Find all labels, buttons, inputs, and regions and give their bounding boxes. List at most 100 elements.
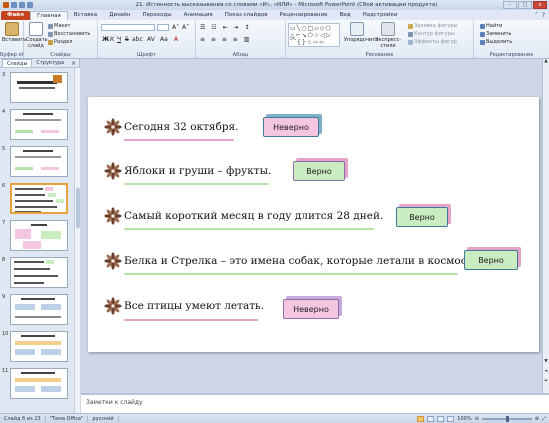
save-icon[interactable] bbox=[11, 2, 17, 8]
grow-font-icon[interactable]: A˄ bbox=[172, 24, 179, 31]
tab-home[interactable]: Главная bbox=[30, 11, 68, 20]
paste-button[interactable]: Вставить bbox=[2, 22, 26, 43]
group-paragraph: ☰ ☷ ⇤ ⇥ ↕ ≡ ≡ ≡ ≡ ▥ Абзац bbox=[196, 21, 286, 58]
font-color-button[interactable]: A bbox=[174, 36, 178, 43]
slide-canvas[interactable]: Сегодня 32 октября. Неверно Яблоки и гру… bbox=[88, 97, 539, 352]
italic-button[interactable]: К bbox=[110, 36, 114, 43]
statement-3[interactable]: Самый короткий месяц в году длится 28 дн… bbox=[104, 207, 383, 225]
notes-pane[interactable]: Заметки к слайду bbox=[81, 393, 549, 413]
thumbnail-slide-6[interactable]: 6 bbox=[0, 183, 72, 216]
thumbnail-slide-4[interactable]: 4 bbox=[0, 109, 72, 142]
tab-insert[interactable]: Вставка bbox=[68, 11, 103, 20]
previous-slide-icon[interactable]: ⏶ bbox=[543, 369, 549, 375]
answer-badge-2[interactable]: Верно bbox=[293, 161, 345, 181]
flower-icon bbox=[104, 252, 122, 270]
slide-counter: Слайд 6 из 23 bbox=[0, 415, 46, 422]
tab-file[interactable]: Файл bbox=[1, 11, 31, 20]
language[interactable]: русский bbox=[88, 415, 119, 422]
arrange-button[interactable]: Упорядочить bbox=[344, 22, 378, 43]
slideshow-view-icon[interactable] bbox=[447, 415, 455, 422]
close-button[interactable]: x bbox=[533, 1, 547, 9]
thumbnail-slide-9[interactable]: 9 bbox=[0, 294, 72, 327]
slide-sorter-view-icon[interactable] bbox=[427, 415, 435, 422]
statement-underline bbox=[124, 139, 234, 141]
tab-transitions[interactable]: Переходы bbox=[136, 11, 177, 20]
zoom-out-icon[interactable]: ⊖ bbox=[475, 416, 479, 422]
find-button[interactable]: Найти bbox=[480, 23, 502, 29]
tab-review[interactable]: Рецензирование bbox=[274, 11, 334, 20]
replace-button[interactable]: Заменить bbox=[480, 31, 512, 37]
select-button[interactable]: Выделить bbox=[480, 39, 512, 45]
flower-icon bbox=[104, 162, 122, 180]
thumbnail-slide-8[interactable]: 8 bbox=[0, 257, 72, 290]
flower-icon bbox=[104, 207, 122, 225]
shapes-gallery[interactable]: ▭╲○□▱◇⬡ △⌐↘⬠☆◁▷ ⌒{}☆⇨⇦ bbox=[288, 23, 340, 47]
tab-design[interactable]: Дизайн bbox=[103, 11, 136, 20]
list-buttons[interactable]: ☰ ☷ ⇤ ⇥ ↕ bbox=[200, 24, 251, 31]
shape-outline-button[interactable]: Контур фигуры bbox=[408, 31, 455, 37]
bold-button[interactable]: Ж bbox=[102, 36, 109, 43]
reading-view-icon[interactable] bbox=[437, 415, 445, 422]
statement-4[interactable]: Белка и Стрелка – это имена собак, котор… bbox=[104, 252, 470, 270]
normal-view-icon[interactable] bbox=[417, 415, 425, 422]
tab-view[interactable]: Вид bbox=[333, 11, 356, 20]
pane-close-icon[interactable]: × bbox=[71, 60, 76, 67]
shrink-font-icon[interactable]: A˅ bbox=[182, 24, 189, 31]
statement-underline bbox=[124, 183, 269, 185]
statement-5[interactable]: Все птицы умеют летать. bbox=[104, 297, 264, 315]
zoom-level[interactable]: 100% bbox=[457, 416, 471, 422]
fill-icon bbox=[408, 23, 413, 29]
next-slide-icon[interactable]: ⏷ bbox=[543, 379, 549, 385]
quick-styles-button[interactable]: Экспресс-стили bbox=[372, 22, 404, 49]
ribbon-minimize-icon[interactable]: ˄ bbox=[535, 12, 538, 19]
scroll-up-icon[interactable]: ▲ bbox=[543, 59, 549, 65]
zoom-slider-thumb[interactable] bbox=[505, 415, 509, 422]
theme-name[interactable]: "Тема Office" bbox=[46, 415, 89, 422]
new-slide-button[interactable]: Создать слайд bbox=[26, 22, 48, 49]
statement-1[interactable]: Сегодня 32 октября. bbox=[104, 118, 239, 136]
undo-icon[interactable] bbox=[19, 2, 25, 8]
tab-outline[interactable]: Структура bbox=[32, 59, 68, 67]
align-buttons[interactable]: ≡ ≡ ≡ ≡ ▥ bbox=[200, 36, 251, 43]
shape-fill-button[interactable]: Заливка фигуры bbox=[408, 23, 458, 29]
new-slide-icon bbox=[29, 22, 43, 36]
font-name-select[interactable] bbox=[101, 24, 155, 31]
font-size-select[interactable] bbox=[157, 24, 169, 31]
shadow-button[interactable]: abc bbox=[132, 36, 143, 43]
tab-animation[interactable]: Анимация bbox=[178, 11, 219, 20]
fit-slide-icon[interactable]: ⤢ bbox=[542, 416, 546, 422]
maximize-button[interactable]: □ bbox=[518, 1, 532, 9]
thumbnail-slide-11[interactable]: 11 bbox=[0, 368, 72, 401]
thumbnail-slide-3[interactable]: 3 bbox=[0, 72, 72, 105]
minimize-button[interactable]: – bbox=[503, 1, 517, 9]
answer-badge-4[interactable]: Верно bbox=[464, 250, 518, 270]
char-spacing-button[interactable]: AV bbox=[147, 36, 155, 43]
statement-2[interactable]: Яблоки и груши – фрукты. bbox=[104, 162, 271, 180]
slide-scrollbar[interactable]: ▲ ▼ ⏶ ⏷ bbox=[542, 59, 549, 393]
scrollbar-thumb[interactable] bbox=[76, 188, 80, 228]
change-case-button[interactable]: Aa bbox=[160, 36, 168, 43]
ribbon: Вставить Буфер обмена Создать слайд Маке… bbox=[0, 20, 549, 59]
help-icon[interactable]: ? bbox=[542, 12, 545, 19]
tab-slides[interactable]: Слайды bbox=[2, 59, 33, 67]
redo-icon[interactable] bbox=[27, 2, 33, 8]
scroll-down-icon[interactable]: ▼ bbox=[543, 359, 549, 365]
thumbnail-slide-5[interactable]: 5 bbox=[0, 146, 72, 179]
tab-slideshow[interactable]: Показ слайдов bbox=[219, 11, 274, 20]
strike-button[interactable]: S bbox=[125, 36, 129, 43]
underline-button[interactable]: Ч bbox=[117, 36, 121, 43]
section-button[interactable]: Раздел bbox=[48, 39, 72, 45]
zoom-slider[interactable] bbox=[481, 415, 532, 422]
zoom-in-icon[interactable]: ⊕ bbox=[535, 416, 539, 422]
shape-effects-button[interactable]: Эффекты фигур bbox=[408, 39, 457, 45]
layout-button[interactable]: Макет bbox=[48, 23, 70, 29]
answer-badge-1[interactable]: Неверно bbox=[263, 117, 319, 137]
answer-badge-5[interactable]: Неверно bbox=[283, 299, 339, 319]
answer-badge-3[interactable]: Верно bbox=[396, 207, 448, 227]
answer-label: Верно bbox=[396, 207, 448, 227]
thumbnail-slide-10[interactable]: 10 bbox=[0, 331, 72, 364]
reset-button[interactable]: Восстановить bbox=[48, 31, 90, 37]
thumbnails-scrollbar[interactable] bbox=[74, 68, 80, 413]
tab-addins[interactable]: Надстройки bbox=[357, 11, 404, 20]
thumbnail-slide-7[interactable]: 7 bbox=[0, 220, 72, 253]
